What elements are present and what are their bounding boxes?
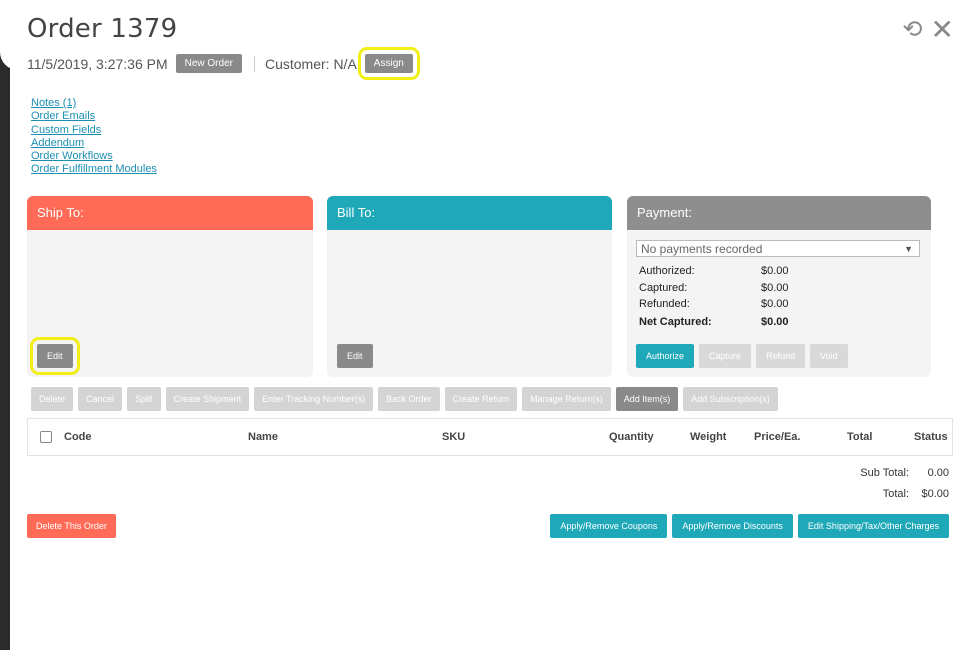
payment-panel: Payment: No payments recorded ▼ Authoriz… [627,196,931,377]
delete-button[interactable]: Delete [31,387,74,411]
select-all-checkbox[interactable] [40,431,52,443]
order-charge-actions: Apply/Remove Coupons Apply/Remove Discou… [550,514,949,538]
column-header-price[interactable]: Price/Ea. [754,431,800,443]
delete-order-button[interactable]: Delete This Order [27,514,116,538]
coupons-button[interactable]: Apply/Remove Coupons [550,514,668,538]
add-subscriptions-button[interactable]: Add Subscription(s) [683,387,778,411]
column-header-weight[interactable]: Weight [690,431,726,443]
page-title: Order 1379 [27,14,178,44]
column-header-quantity[interactable]: Quantity [609,431,654,443]
subtotal-label: Sub Total: [860,467,909,479]
create-shipment-button[interactable]: Create Shipment [165,387,250,411]
refund-button[interactable]: Refund [756,344,806,368]
add-items-button[interactable]: Add Item(s) [615,387,679,411]
column-header-code[interactable]: Code [64,431,92,443]
cancel-button[interactable]: Cancel [78,387,123,411]
total-label: Total: [882,488,909,500]
payment-row-label: Authorized: [639,265,695,277]
total-value: $0.00 [921,488,949,500]
column-header-total[interactable]: Total [847,431,872,443]
payment-row-value: $0.00 [761,265,789,277]
column-header-name[interactable]: Name [248,431,278,443]
payment-select-value: No payments recorded [641,242,763,256]
bill-to-edit-button[interactable]: Edit [337,344,373,368]
back-order-button[interactable]: Back Order [378,387,440,411]
payment-select[interactable]: No payments recorded ▼ [636,240,920,257]
total-row: Total: $0.00 [883,488,949,500]
bill-to-panel: Bill To: Edit [327,196,612,377]
edit-charges-button[interactable]: Edit Shipping/Tax/Other Charges [797,514,949,538]
ship-to-panel: Ship To: Edit [27,196,313,377]
ship-to-edit-button[interactable]: Edit [30,337,80,375]
chevron-down-icon: ▼ [904,244,913,254]
payment-row-value: $0.00 [761,281,789,294]
link-notes[interactable]: Notes (1) [31,97,157,110]
link-custom-fields[interactable]: Custom Fields [31,124,157,137]
link-order-emails[interactable]: Order Emails [31,110,157,123]
column-header-sku[interactable]: SKU [442,431,465,443]
payment-row: Refunded: $0.00 [639,296,789,313]
payment-actions: Authorize Capture Refund Void [636,344,848,368]
payment-title: Payment: [627,196,931,230]
authorize-button[interactable]: Authorize [636,344,695,368]
create-return-button[interactable]: Create Return [444,387,518,411]
customer-label: Customer: N/A [264,55,357,72]
enter-tracking-button[interactable]: Enter Tracking Number(s) [254,387,374,411]
payment-row: Captured: $0.00 [639,280,789,297]
column-header-status[interactable]: Status [914,431,948,443]
split-button[interactable]: Split [127,387,161,411]
subtotal-row: Sub Total: 0.00 [860,467,949,479]
ship-to-title: Ship To: [27,196,313,230]
payment-row-value: $0.00 [761,315,789,328]
payment-row-label: Net Captured: [639,315,712,328]
header-icons: ⟲ ✕ [902,16,954,44]
payment-row-net: Net Captured: $0.00 [639,314,789,331]
order-status-button[interactable]: New Order [175,54,242,73]
divider [253,55,255,72]
link-fulfillment-modules[interactable]: Order Fulfillment Modules [31,163,157,176]
order-meta: 11/5/2019, 3:27:36 PM New Order Customer… [27,47,420,80]
payment-row-value: $0.00 [761,298,789,310]
link-addendum[interactable]: Addendum [31,137,157,150]
item-actions-toolbar: Delete Cancel Split Create Shipment Ente… [31,387,778,411]
refresh-icon[interactable]: ⟲ [902,18,922,42]
payment-row-label: Refunded: [639,298,690,310]
payment-summary: Authorized: $0.00 Captured: $0.00 Refund… [639,263,789,330]
background-edge [0,0,18,650]
order-links: Notes (1) Order Emails Custom Fields Add… [31,97,157,177]
manage-returns-button[interactable]: Manage Return(s) [522,387,611,411]
bill-to-title: Bill To: [327,196,612,230]
subtotal-value: 0.00 [927,467,949,479]
payment-row: Authorized: $0.00 [639,263,789,280]
payment-row-label: Captured: [639,281,688,294]
void-button[interactable]: Void [810,344,848,368]
assign-button[interactable]: Assign [357,47,420,80]
close-icon[interactable]: ✕ [931,16,954,44]
link-order-workflows[interactable]: Order Workflows [31,150,157,163]
items-table-header: Code Name SKU Quantity Weight Price/Ea. … [27,418,953,456]
order-datetime: 11/5/2019, 3:27:36 PM [27,55,168,72]
capture-button[interactable]: Capture [699,344,752,368]
discounts-button[interactable]: Apply/Remove Discounts [672,514,793,538]
